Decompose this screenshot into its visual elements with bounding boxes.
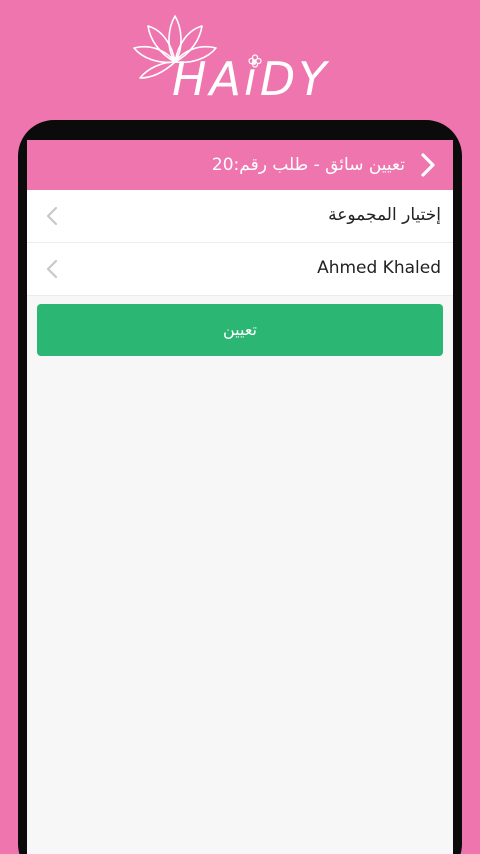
back-button[interactable] — [413, 150, 443, 180]
list-item-label: Ahmed Khaled — [317, 258, 441, 278]
brand-logo: HAiDY — [130, 10, 350, 105]
assign-button[interactable]: تعيين — [37, 304, 443, 356]
list-item-driver-select[interactable]: Ahmed Khaled — [27, 243, 453, 296]
app-screen: تعيين سائق - طلب رقم:20 إختيار المجموعة … — [27, 140, 453, 854]
top-bar: تعيين سائق - طلب رقم:20 — [27, 140, 453, 190]
chevron-left-icon — [46, 259, 58, 279]
page-title: تعيين سائق - طلب رقم:20 — [211, 155, 405, 175]
chevron-left-icon — [46, 206, 58, 226]
list-item-group-select[interactable]: إختيار المجموعة — [27, 190, 453, 243]
chevron-back-icon — [421, 153, 435, 177]
app-page: HAiDY تعيين سائق - طلب رقم:20 إختيار الم… — [0, 0, 480, 854]
list-item-label: إختيار المجموعة — [328, 205, 441, 225]
small-flower-icon — [248, 54, 262, 68]
